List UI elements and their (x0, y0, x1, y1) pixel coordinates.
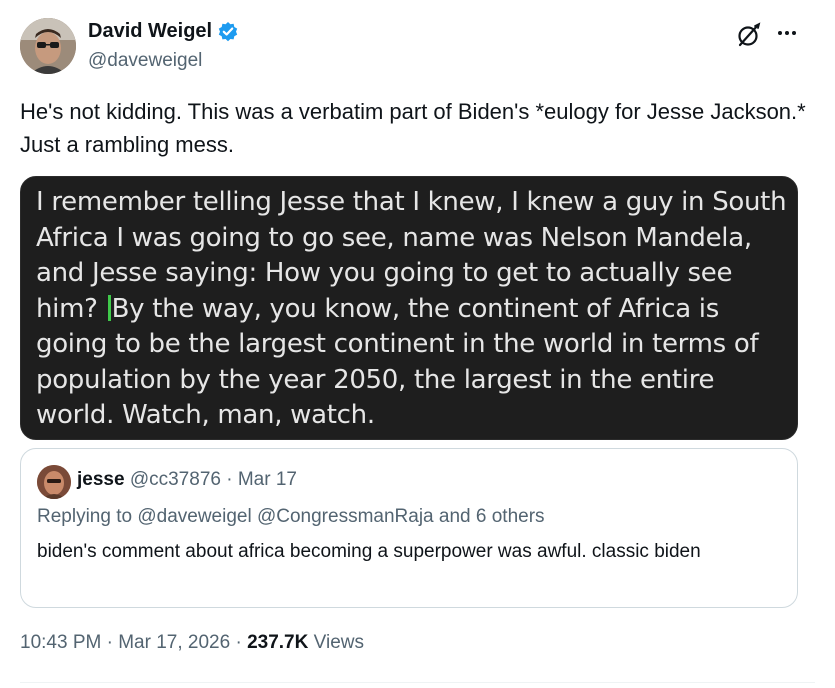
replying-prefix: Replying to (37, 506, 138, 527)
quote-header: jesse @cc37876 · Mar 17 (77, 469, 297, 491)
quote-text: biden's comment about africa becoming a … (37, 541, 701, 562)
tweet-meta: 10:43 PM · Mar 17, 2026 · 237.7K Views (20, 632, 364, 654)
replying-mentions[interactable]: @daveweigel @CongressmanRaja (137, 506, 433, 527)
author-name[interactable]: David Weigel (88, 20, 212, 43)
author-name-row: David Weigel (88, 20, 239, 43)
quote-author-avatar[interactable] (37, 465, 71, 499)
quote-date[interactable]: Mar 17 (238, 469, 297, 490)
quote-author-name[interactable]: jesse (77, 469, 125, 490)
meta-separator-2: · (230, 632, 248, 653)
meta-separator: · (101, 632, 119, 653)
quote-separator: · (226, 469, 233, 490)
media-transcript-text: I remember telling Jesse that I knew, I … (36, 185, 796, 434)
author-avatar[interactable] (20, 18, 76, 74)
media-text-after-cursor: By the way, you know, the continent of A… (36, 293, 759, 431)
author-handle[interactable]: @daveweigel (88, 50, 202, 72)
views-label[interactable]: Views (308, 632, 364, 653)
divider (20, 682, 815, 683)
quote-replying-to: Replying to @daveweigel @CongressmanRaja… (37, 506, 545, 528)
quoted-tweet-card[interactable]: jesse @cc37876 · Mar 17 Replying to @dav… (20, 448, 798, 608)
tweet-time[interactable]: 10:43 PM (20, 632, 101, 653)
text-cursor-icon (107, 294, 111, 321)
tweet-date[interactable]: Mar 17, 2026 (118, 632, 230, 653)
tweet-text: He's not kidding. This was a verbatim pa… (20, 99, 806, 157)
more-icon[interactable] (776, 22, 798, 44)
tweet: David Weigel @daveweigel He's not kiddin… (0, 0, 835, 688)
views-count[interactable]: 237.7K (247, 632, 308, 653)
tweet-media-image[interactable]: I remember telling Jesse that I knew, I … (20, 176, 798, 440)
grok-icon[interactable] (736, 22, 762, 48)
replying-suffix[interactable]: and 6 others (434, 506, 545, 527)
verified-badge-icon (217, 21, 239, 43)
quote-author-handle[interactable]: @cc37876 (130, 469, 221, 490)
